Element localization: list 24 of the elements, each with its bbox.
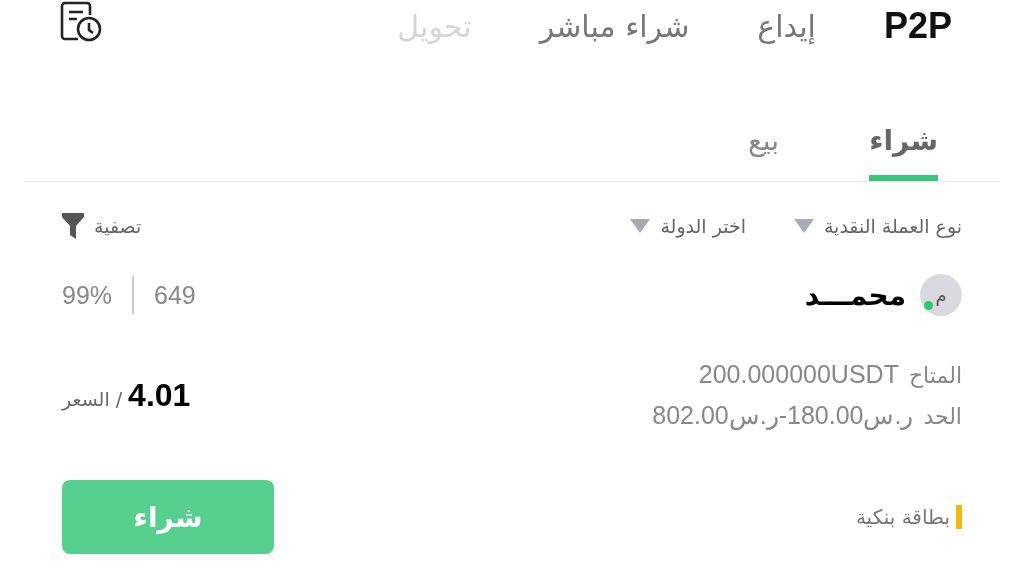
limit-label: الحد xyxy=(923,404,962,429)
price-value: 4.01 xyxy=(128,376,191,414)
orders-count: 649 xyxy=(154,280,196,310)
nav-tab[interactable]: P2P xyxy=(883,5,952,47)
trade-tab[interactable]: شراء xyxy=(869,124,938,181)
trade-tab[interactable]: بيع xyxy=(747,124,780,181)
dropdown[interactable]: نوع العملة النقدية xyxy=(793,215,962,237)
history-icon[interactable] xyxy=(60,1,104,43)
payment-method: بطاقة بنكية xyxy=(855,505,950,529)
available-label: المتاح xyxy=(908,363,962,388)
limit-range: ر.س180.00-ر.س802.00 xyxy=(652,401,914,430)
triangle-down-icon xyxy=(793,219,814,233)
merchant-name: محمـــد xyxy=(804,278,906,312)
nav-tab[interactable]: شراء مباشر xyxy=(539,8,690,44)
nav-tab[interactable]: إيداع xyxy=(757,8,816,44)
available-amount: 200.000000USDT xyxy=(698,360,899,389)
dropdown[interactable]: اختر الدولة xyxy=(630,215,746,237)
triangle-down-icon xyxy=(630,219,651,233)
funnel-icon xyxy=(62,213,84,239)
filter-button[interactable]: تصفية xyxy=(62,213,142,239)
avatar: م xyxy=(920,274,962,316)
price-separator: / xyxy=(115,387,123,410)
completion-rate: 99% xyxy=(62,280,113,310)
price-label: السعر xyxy=(62,387,110,410)
